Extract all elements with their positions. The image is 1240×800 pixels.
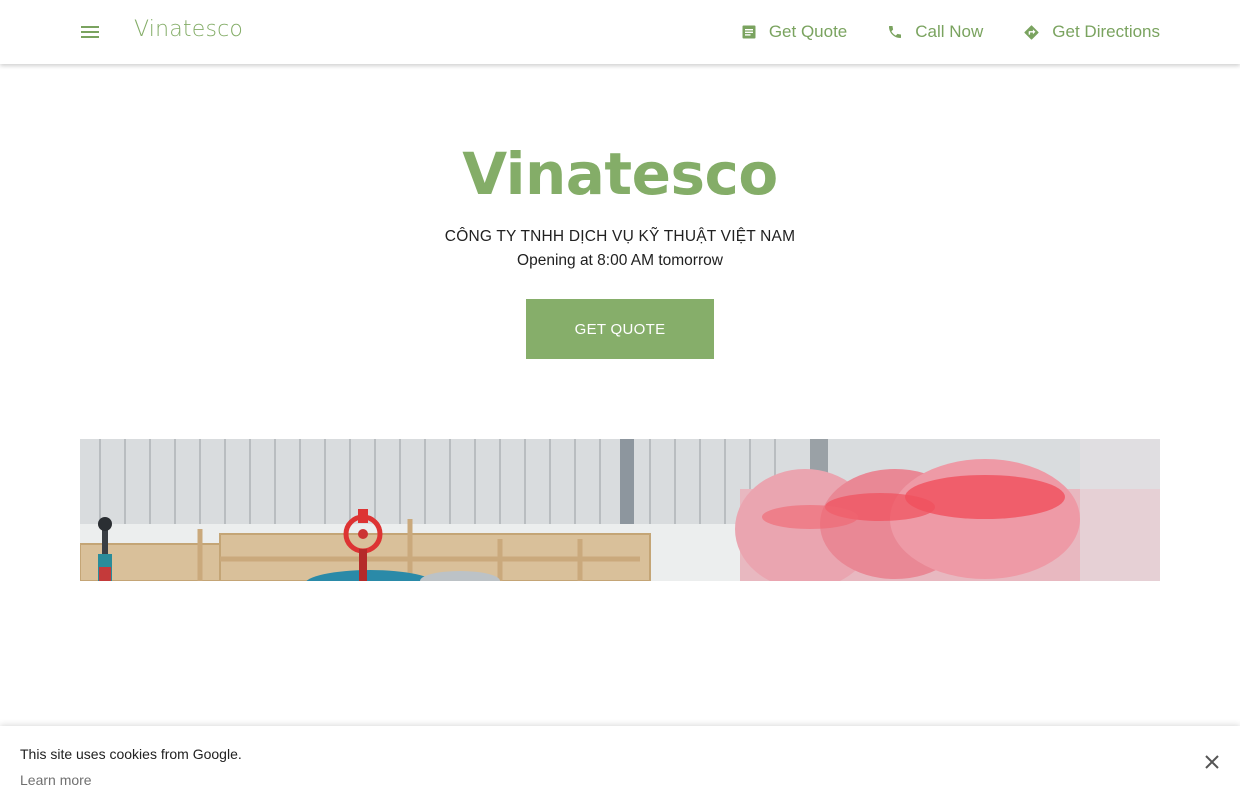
top-app-bar: Vinatesco Get Quote Call Now Get Directi… [0, 0, 1240, 64]
warehouse-photo [80, 439, 1160, 581]
brand-name[interactable]: Vinatesco [134, 17, 243, 42]
menu-icon[interactable] [78, 20, 102, 44]
cookie-message: This site uses cookies from Google. [20, 746, 242, 762]
get-directions-link[interactable]: Get Directions [1023, 22, 1160, 42]
get-quote-label: Get Quote [768, 22, 848, 41]
get-quote-button[interactable]: GET QUOTE [526, 299, 714, 359]
business-subtitle: CÔNG TY TNHH DỊCH VỤ KỸ THUẬT VIỆT NAM [444, 228, 796, 245]
learn-more-link[interactable]: Learn more [20, 772, 92, 788]
get-directions-label: Get Directions [1052, 22, 1160, 41]
quote-icon [741, 24, 757, 40]
directions-icon [1023, 24, 1040, 41]
call-now-link[interactable]: Call Now [887, 22, 983, 42]
call-now-label: Call Now [915, 22, 984, 41]
opening-hours-status: Opening at 8:00 AM tomorrow [517, 252, 723, 269]
phone-icon [887, 24, 903, 40]
get-quote-link[interactable]: Get Quote [741, 22, 847, 42]
header-nav: Get Quote Call Now Get Directions [741, 0, 1160, 64]
cookie-banner: This site uses cookies from Google. Lear… [0, 726, 1240, 800]
business-name-title: Vinatesco [462, 140, 778, 208]
close-icon[interactable] [1202, 752, 1222, 772]
